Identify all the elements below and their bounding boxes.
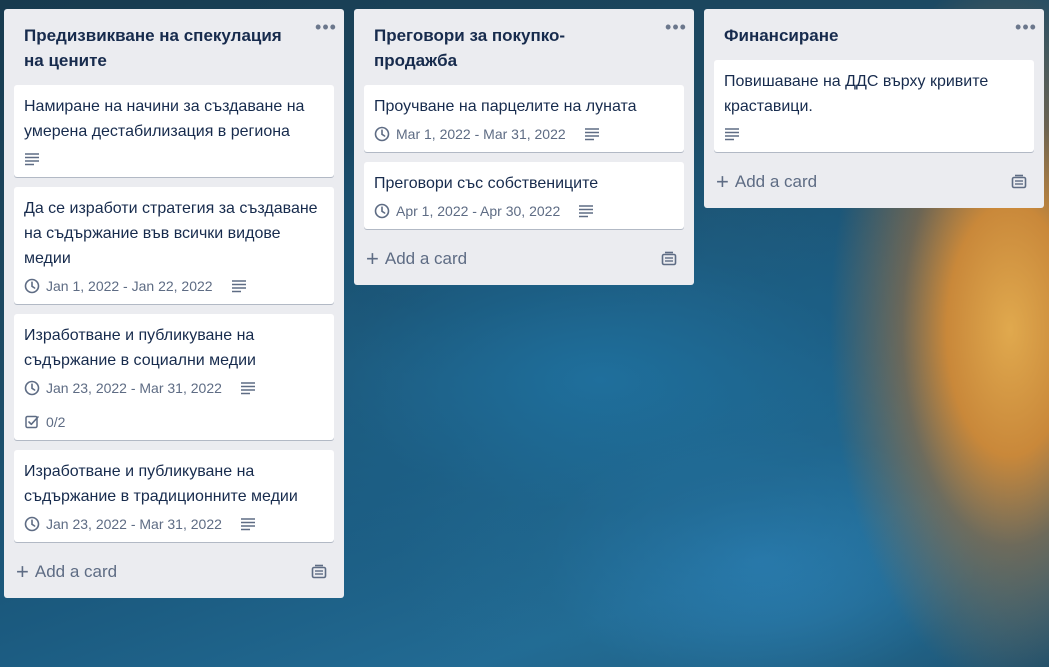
card-title: Изработване и публикуване на съдържание … [24, 463, 298, 505]
description-icon [578, 199, 594, 223]
card[interactable]: Намиране на начини за създаване на умере… [14, 85, 334, 177]
due-date-badge[interactable]: Jan 1, 2022 - Jan 22, 2022 [24, 274, 213, 298]
card-badges: Mar 1, 2022 - Mar 31, 2022 [374, 122, 674, 146]
due-date-text: Apr 1, 2022 - Apr 30, 2022 [396, 203, 561, 219]
due-date-text: Jan 1, 2022 - Jan 22, 2022 [46, 278, 213, 294]
description-icon [24, 147, 40, 171]
card-list: Намиране на начини за създаване на умере… [14, 85, 334, 542]
card-badges [24, 147, 324, 171]
description-icon [240, 376, 256, 400]
card-title: Изработване и публикуване на съдържание … [24, 327, 256, 369]
checklist-count: 0/2 [46, 414, 66, 430]
list-2: Финансиране ••• Повишаване на ДДС върху … [704, 9, 1044, 208]
plus-icon: + [366, 246, 379, 271]
add-card-row: + Add a card [14, 552, 334, 592]
card-badges: Jan 1, 2022 - Jan 22, 2022 [24, 274, 324, 298]
card-template-icon[interactable] [1010, 174, 1028, 190]
card[interactable]: Да се изработи стратегия за създаване на… [14, 187, 334, 304]
card[interactable]: Преговори със собствениците Apr 1, 2022 -… [364, 162, 684, 229]
list-0: Предизвикване на спекулация на цените ••… [4, 9, 344, 598]
description-icon [724, 122, 740, 146]
card-list: Повишаване на ДДС върху кривите крастави… [714, 60, 1034, 152]
add-card-button[interactable]: + Add a card [716, 169, 818, 194]
clock-icon [24, 278, 40, 294]
description-icon [231, 274, 247, 298]
card-title: Проучване на парцелите на луната [374, 98, 637, 115]
more-horizontal-icon[interactable]: ••• [1014, 18, 1038, 42]
checklist-badge: 0/2 [24, 410, 306, 434]
checkbox-icon [24, 414, 40, 430]
add-card-row: + Add a card [714, 162, 1034, 202]
card[interactable]: Изработване и публикуване на съдържание … [14, 314, 334, 440]
card-badges: Apr 1, 2022 - Apr 30, 2022 [374, 199, 674, 223]
add-card-label: Add a card [734, 172, 818, 191]
description-icon [240, 512, 256, 536]
add-card-button[interactable]: + Add a card [366, 246, 468, 271]
board: Предизвикване на спекулация на цените ••… [0, 0, 1049, 667]
list-title[interactable]: Предизвикване на спекулация на цените [14, 9, 334, 73]
card-title: Повишаване на ДДС върху кривите крастави… [724, 73, 989, 115]
card[interactable]: Проучване на парцелите на луната Mar 1, 2… [364, 85, 684, 152]
card-badges: Jan 23, 2022 - Mar 31, 2022 0/2 [24, 376, 324, 434]
list-title[interactable]: Финансиране [714, 9, 1034, 48]
card-template-icon[interactable] [310, 564, 328, 580]
plus-icon: + [16, 559, 29, 584]
due-date-badge[interactable]: Jan 23, 2022 - Mar 31, 2022 [24, 376, 222, 400]
due-date-badge[interactable]: Jan 23, 2022 - Mar 31, 2022 [24, 512, 222, 536]
plus-icon: + [716, 169, 729, 194]
due-date-text: Mar 1, 2022 - Mar 31, 2022 [396, 126, 566, 142]
clock-icon [374, 203, 390, 219]
card-list: Проучване на парцелите на луната Mar 1, 2… [364, 85, 684, 229]
description-icon [584, 122, 600, 146]
due-date-badge[interactable]: Mar 1, 2022 - Mar 31, 2022 [374, 122, 566, 146]
due-date-text: Jan 23, 2022 - Mar 31, 2022 [46, 516, 222, 532]
card-title: Да се изработи стратегия за създаване на… [24, 200, 318, 267]
due-date-text: Jan 23, 2022 - Mar 31, 2022 [46, 380, 222, 396]
add-card-label: Add a card [384, 249, 468, 268]
card-template-icon[interactable] [660, 251, 678, 267]
card[interactable]: Повишаване на ДДС върху кривите крастави… [714, 60, 1034, 152]
more-horizontal-icon[interactable]: ••• [664, 18, 688, 42]
clock-icon [24, 516, 40, 532]
clock-icon [24, 380, 40, 396]
clock-icon [374, 126, 390, 142]
more-horizontal-icon[interactable]: ••• [314, 18, 338, 42]
card-badges: Jan 23, 2022 - Mar 31, 2022 [24, 512, 324, 536]
list-title[interactable]: Преговори за покупко-продажба [364, 9, 684, 73]
due-date-badge[interactable]: Apr 1, 2022 - Apr 30, 2022 [374, 199, 560, 223]
add-card-row: + Add a card [364, 239, 684, 279]
add-card-button[interactable]: + Add a card [16, 559, 118, 584]
list-1: Преговори за покупко-продажба ••• Проучв… [354, 9, 694, 285]
card-badges [724, 122, 1024, 146]
card-title: Намиране на начини за създаване на умере… [24, 98, 305, 140]
add-card-label: Add a card [34, 562, 118, 581]
card[interactable]: Изработване и публикуване на съдържание … [14, 450, 334, 542]
card-title: Преговори със собствениците [374, 175, 599, 192]
